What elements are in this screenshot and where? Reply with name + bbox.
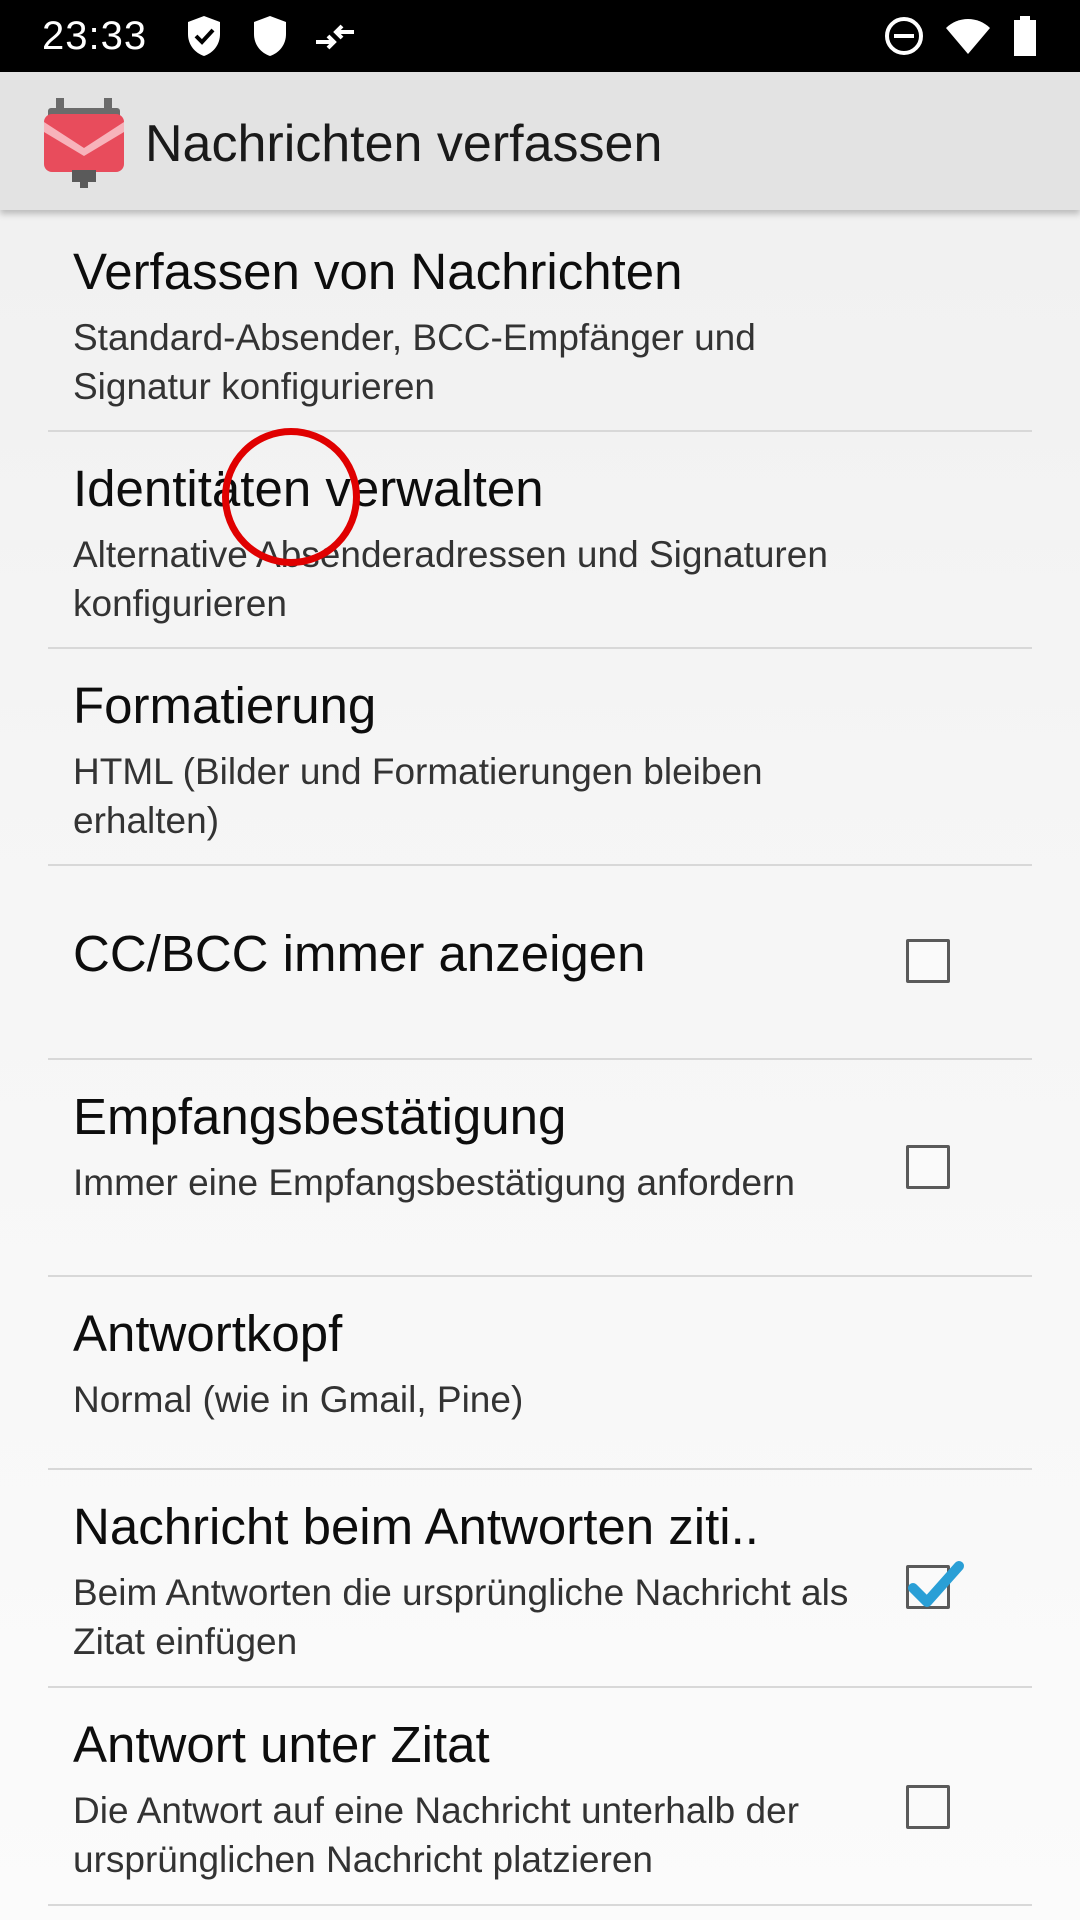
page-title: Nachrichten verfassen <box>145 115 663 173</box>
pref-summary: Die Antwort auf eine Nachricht unterhalb… <box>73 1790 800 1880</box>
status-time: 23:33 <box>42 14 148 58</box>
checkmark-icon <box>908 1561 964 1607</box>
pref-title: Identitäten verwalten <box>73 460 544 517</box>
reply-after-quote-checkbox[interactable] <box>906 1785 950 1829</box>
pref-summary: Standard-Absender, BCC-Empfänger und Sig… <box>73 317 756 407</box>
pref-summary: HTML (Bilder und Formatierungen bleiben … <box>73 751 763 841</box>
pref-summary: Normal (wie in Gmail, Pine) <box>73 1379 524 1420</box>
pref-message-format[interactable]: Formatierung HTML (Bilder und Formatieru… <box>0 649 1080 864</box>
pref-title: Antwortkopf <box>73 1305 343 1362</box>
shield-icon <box>250 12 290 60</box>
pref-title: Nachricht beim Antworten ziti.. <box>73 1498 759 1555</box>
pref-summary: Alternative Absenderadressen und Signatu… <box>73 534 828 624</box>
wifi-icon <box>944 12 992 60</box>
pref-summary: Immer eine Empfangsbestätigung anfordern <box>73 1162 795 1203</box>
pref-quote-on-reply[interactable]: Nachricht beim Antworten ziti.. Beim Ant… <box>0 1470 1080 1686</box>
pref-manage-identities[interactable]: Identitäten verwalten Alternative Absend… <box>0 432 1080 647</box>
read-receipt-checkbox[interactable] <box>906 1145 950 1189</box>
pref-read-receipt[interactable]: Empfangsbestätigung Immer eine Empfangsb… <box>0 1060 1080 1275</box>
pref-title: Verfassen von Nachrichten <box>73 243 683 300</box>
battery-icon <box>1012 12 1038 60</box>
divider <box>48 1904 1032 1906</box>
k9-mail-logo-icon <box>42 98 126 188</box>
do-not-disturb-icon <box>882 12 926 60</box>
pref-composition-defaults[interactable]: Verfassen von Nachrichten Standard-Absen… <box>0 210 1080 430</box>
pref-title: Formatierung <box>73 677 377 734</box>
pref-reply-header[interactable]: Antwortkopf Normal (wie in Gmail, Pine) <box>0 1277 1080 1468</box>
cc-bcc-checkbox[interactable] <box>906 939 950 983</box>
pref-title: Empfangsbestätigung <box>73 1088 567 1145</box>
pref-title: Antwort unter Zitat <box>73 1716 490 1773</box>
quote-on-reply-checkbox[interactable] <box>906 1561 964 1609</box>
app-bar: Nachrichten verfassen <box>0 72 1080 210</box>
pref-summary: Beim Antworten die ursprüngliche Nachric… <box>73 1572 849 1662</box>
shield-check-icon <box>184 12 224 60</box>
data-transfer-icon <box>312 12 358 60</box>
pref-reply-after-quote[interactable]: Antwort unter Zitat Die Antwort auf eine… <box>0 1688 1080 1904</box>
pref-title: CC/BCC immer anzeigen <box>73 925 646 982</box>
pref-always-show-cc-bcc[interactable]: CC/BCC immer anzeigen <box>0 866 1080 1058</box>
status-bar: 23:33 <box>0 0 1080 72</box>
